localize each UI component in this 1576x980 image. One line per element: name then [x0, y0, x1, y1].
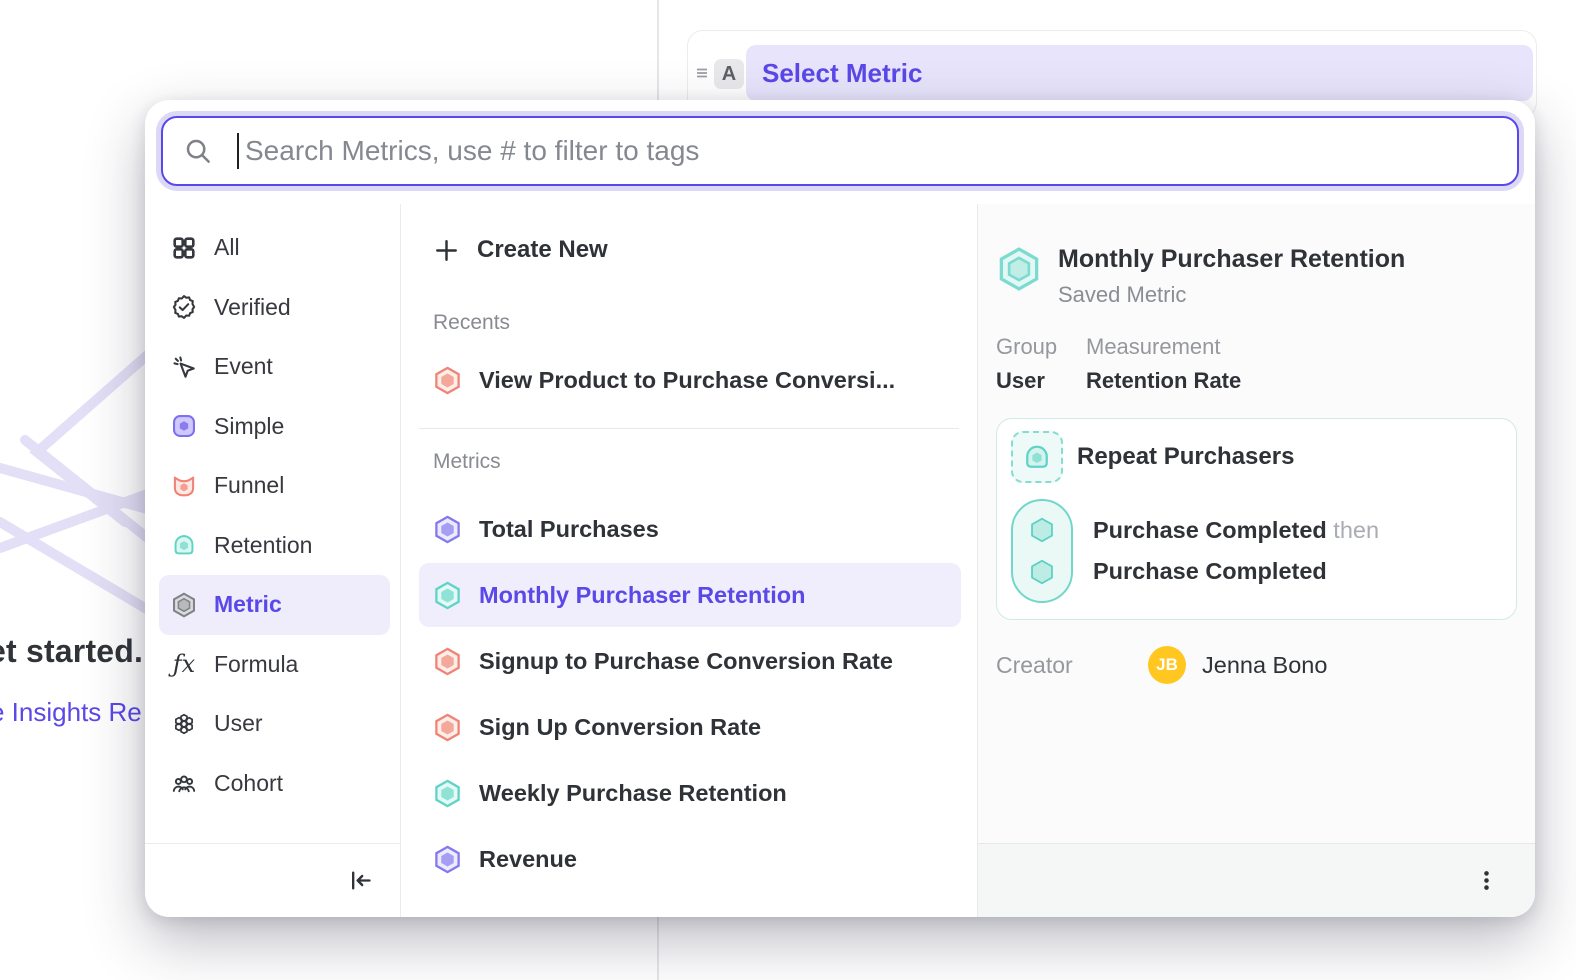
- retention-hexagon-icon: [433, 779, 462, 808]
- creator-avatar: JB: [1148, 646, 1186, 684]
- measurement-label: Measurement: [1086, 334, 1241, 360]
- sidebar-item-label: Event: [214, 353, 273, 380]
- detail-subtitle: Saved Metric: [1058, 282, 1405, 308]
- simple-metric-icon: [171, 413, 197, 439]
- event-sequence-capsule: [1011, 499, 1073, 603]
- select-metric-label: Select Metric: [762, 58, 922, 89]
- sidebar-item-retention[interactable]: Retention: [159, 516, 390, 576]
- list-item-revenue[interactable]: Revenue: [419, 827, 961, 891]
- sidebar-item-simple[interactable]: Simple: [159, 397, 390, 457]
- metric-list-column: Create New Recents View Product to Purch…: [401, 204, 978, 917]
- sidebar-item-label: Funnel: [214, 472, 284, 499]
- list-item-sign-up-conversion-rate[interactable]: Sign Up Conversion Rate: [419, 695, 961, 759]
- detail-footer: [978, 843, 1535, 917]
- event-hexagon-icon: [1029, 517, 1055, 543]
- cohort-card-title: Repeat Purchasers: [1077, 443, 1294, 471]
- sidebar-item-label: Retention: [214, 532, 312, 559]
- funnel-icon: [171, 473, 197, 499]
- retention-hexagon-icon: [996, 246, 1042, 292]
- grid-icon: [171, 235, 197, 261]
- metric-detail-panel: Monthly Purchaser Retention Saved Metric…: [978, 204, 1535, 917]
- list-divider: [419, 428, 959, 429]
- plus-icon: [433, 237, 460, 264]
- sidebar-item-label: Metric: [214, 591, 282, 618]
- list-item-label: Total Purchases: [479, 516, 659, 543]
- sidebar-item-label: Verified: [214, 294, 291, 321]
- list-item-recent-0[interactable]: View Product to Purchase Conversi...: [419, 348, 961, 412]
- sidebar-item-user[interactable]: User: [159, 694, 390, 754]
- metric-hexagon-icon: [433, 845, 462, 874]
- cohort-step-2: Purchase Completed: [1093, 551, 1379, 592]
- create-new-label: Create New: [477, 236, 608, 264]
- funnel-hexagon-icon: [433, 366, 462, 395]
- retention-arch-icon: [1022, 442, 1052, 472]
- retention-hexagon-icon: [433, 581, 462, 610]
- sidebar-item-label: All: [214, 234, 240, 261]
- select-metric-button[interactable]: Select Metric: [746, 45, 1533, 101]
- sidebar-item-label: Formula: [214, 651, 298, 678]
- group-label: Group: [996, 334, 1086, 360]
- event-hexagon-icon: [1029, 559, 1055, 585]
- creator-name: Jenna Bono: [1202, 652, 1327, 679]
- list-item-signup-to-purchase-conversion-rate[interactable]: Signup to Purchase Conversion Rate: [419, 629, 961, 693]
- clause-letter-badge: A: [714, 59, 744, 89]
- metric-picker-modal: All Verified Event: [145, 100, 1535, 917]
- list-item-label: Revenue: [479, 846, 577, 873]
- funnel-hexagon-icon: [433, 713, 462, 742]
- sidebar-item-label: Simple: [214, 413, 284, 440]
- sidebar-item-label: Cohort: [214, 770, 283, 797]
- detail-title: Monthly Purchaser Retention: [1058, 244, 1405, 274]
- step-connector: then: [1333, 517, 1379, 543]
- sidebar-item-formula[interactable]: ƒx Formula: [159, 635, 390, 695]
- recents-section-label: Recents: [433, 308, 961, 338]
- background-insights-link[interactable]: e Insights Re: [0, 697, 142, 728]
- user-honeycomb-icon: [171, 711, 197, 737]
- search-section: [145, 100, 1535, 204]
- search-icon: [183, 136, 213, 166]
- sidebar-item-metric[interactable]: Metric: [159, 575, 390, 635]
- kebab-menu-icon[interactable]: [1474, 868, 1499, 893]
- event-cursor-icon: [171, 354, 197, 380]
- sidebar-item-event[interactable]: Event: [159, 337, 390, 397]
- sidebar-item-cohort[interactable]: Cohort: [159, 754, 390, 814]
- list-item-label: Monthly Purchaser Retention: [479, 582, 805, 609]
- sidebar-footer: [145, 843, 400, 917]
- group-value: User: [996, 368, 1086, 394]
- search-box[interactable]: [161, 116, 1519, 186]
- drag-handle-icon[interactable]: [692, 63, 712, 83]
- list-item-total-purchases[interactable]: Total Purchases: [419, 497, 961, 561]
- cohort-definition-card: Repeat Purchasers Purchase Comp: [996, 418, 1517, 620]
- collapse-sidebar-icon[interactable]: [347, 867, 374, 894]
- search-input[interactable]: [239, 135, 1517, 167]
- metric-hexagon-icon: [433, 515, 462, 544]
- measurement-value: Retention Rate: [1086, 368, 1241, 394]
- cohort-people-icon: [171, 770, 197, 796]
- list-item-label: View Product to Purchase Conversi...: [479, 367, 895, 394]
- metrics-section-label: Metrics: [433, 447, 961, 477]
- cohort-step-1: Purchase Completed then: [1093, 510, 1379, 551]
- list-item-label: Weekly Purchase Retention: [479, 780, 787, 807]
- sidebar-item-all[interactable]: All: [159, 218, 390, 278]
- verified-badge-icon: [171, 294, 197, 320]
- funnel-hexagon-icon: [433, 647, 462, 676]
- list-item-weekly-purchase-retention[interactable]: Weekly Purchase Retention: [419, 761, 961, 825]
- filter-sidebar: All Verified Event: [145, 204, 401, 917]
- creator-label: Creator: [996, 652, 1148, 679]
- sidebar-item-funnel[interactable]: Funnel: [159, 456, 390, 516]
- cohort-icon-box: [1011, 431, 1063, 483]
- sidebar-item-label: User: [214, 710, 263, 737]
- metric-hexagon-icon: [171, 592, 197, 618]
- create-new-button[interactable]: Create New: [419, 220, 961, 280]
- list-item-label: Signup to Purchase Conversion Rate: [479, 648, 893, 675]
- list-item-monthly-purchaser-retention[interactable]: Monthly Purchaser Retention: [419, 563, 961, 627]
- formula-fx-icon: ƒx: [171, 651, 197, 677]
- sidebar-item-verified[interactable]: Verified: [159, 278, 390, 338]
- retention-icon: [171, 532, 197, 558]
- background-headline: et started.: [0, 633, 143, 670]
- list-item-label: Sign Up Conversion Rate: [479, 714, 761, 741]
